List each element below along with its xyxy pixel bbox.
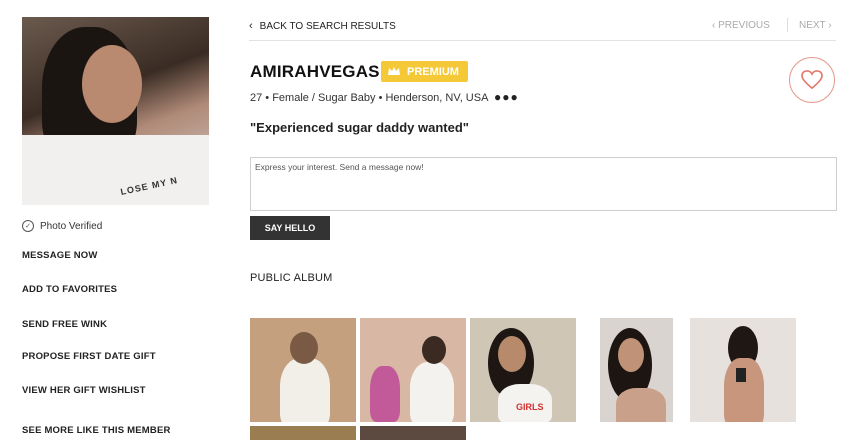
album-photo-5[interactable] <box>690 318 796 422</box>
chevron-left-icon: ‹ <box>249 20 253 32</box>
favorite-heart-button[interactable] <box>789 57 835 103</box>
pager-divider <box>787 18 788 32</box>
album-photo-2-head <box>422 336 446 364</box>
album-photo-1[interactable] <box>250 318 356 422</box>
add-to-favorites-link[interactable]: ADD TO FAVORITES <box>22 284 117 295</box>
album-photo-7[interactable] <box>360 426 466 440</box>
previous-link[interactable]: ‹ PREVIOUS <box>712 20 770 31</box>
next-label: NEXT <box>799 20 826 31</box>
send-free-wink-link[interactable]: SEND FREE WINK <box>22 319 107 330</box>
message-input[interactable]: Express your interest. Send a message no… <box>250 157 837 211</box>
chevron-right-icon: › <box>828 20 832 31</box>
photo-verified-label: Photo Verified <box>40 220 103 232</box>
chevron-left-icon: ‹ <box>712 20 716 31</box>
album-photo-6[interactable] <box>250 426 356 440</box>
premium-badge: PREMIUM <box>381 61 468 82</box>
album-photo-5-phone <box>736 368 746 382</box>
next-link[interactable]: NEXT › <box>799 20 832 31</box>
album-photo-3-face <box>498 336 526 372</box>
back-to-search-link[interactable]: ‹ BACK TO SEARCH RESULTS <box>249 20 396 32</box>
photo-face <box>82 45 142 123</box>
album-photo-2-figure <box>410 362 454 422</box>
heart-icon <box>801 70 823 90</box>
message-now-link[interactable]: MESSAGE NOW <box>22 250 98 261</box>
album-photo-3[interactable]: GIRLS <box>470 318 576 422</box>
premium-badge-label: PREMIUM <box>407 65 459 78</box>
album-photo-4[interactable] <box>600 318 673 422</box>
photo-shirt <box>22 135 209 205</box>
propose-first-date-gift-link[interactable]: PROPOSE FIRST DATE GIFT <box>22 351 156 362</box>
album-photo-4-face <box>618 338 644 372</box>
username: AMIRAHVEGAS <box>250 62 380 81</box>
more-dots-icon[interactable]: ●●● <box>494 90 519 104</box>
check-circle-icon: ✓ <box>22 220 34 232</box>
profile-photo[interactable]: LOSE MY N <box>22 17 209 205</box>
previous-label: PREVIOUS <box>718 20 770 31</box>
album-photo-2[interactable] <box>360 318 466 422</box>
album-photo-2-background-figure <box>370 366 400 422</box>
photo-verified: ✓ Photo Verified <box>22 220 102 232</box>
crown-icon <box>388 67 400 75</box>
album-photo-3-shirt-text: GIRLS <box>516 402 544 412</box>
top-divider <box>249 40 836 41</box>
album-photo-4-body <box>616 388 666 422</box>
back-to-search-label: BACK TO SEARCH RESULTS <box>259 21 396 32</box>
say-hello-button[interactable]: SAY HELLO <box>250 216 330 240</box>
see-more-like-this-link[interactable]: SEE MORE LIKE THIS MEMBER <box>22 425 171 436</box>
album-photo-1-figure <box>280 358 330 422</box>
view-gift-wishlist-link[interactable]: VIEW HER GIFT WISHLIST <box>22 385 146 396</box>
profile-headline: "Experienced sugar daddy wanted" <box>250 120 469 135</box>
public-album-title: PUBLIC ALBUM <box>250 272 333 284</box>
album-photo-1-head <box>290 332 318 364</box>
profile-meta: 27 • Female / Sugar Baby • Henderson, NV… <box>250 92 489 104</box>
